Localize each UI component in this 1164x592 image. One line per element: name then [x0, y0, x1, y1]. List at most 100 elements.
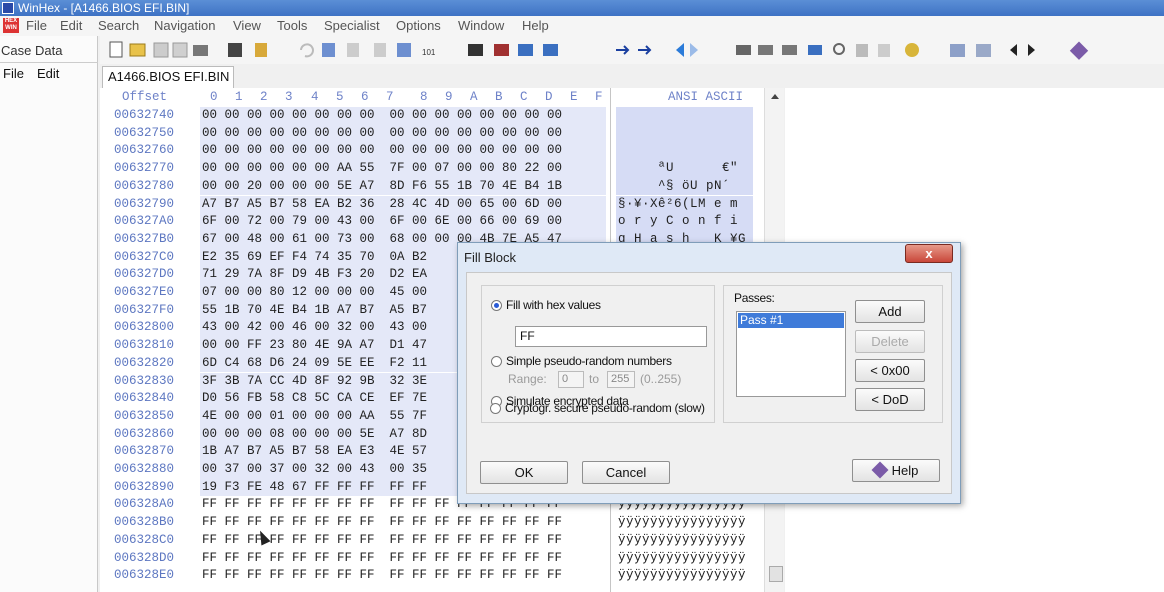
disk-clone-icon[interactable] [782, 45, 797, 55]
row-hex-bytes[interactable]: FF FF FF FF FF FF FF FF FF FF FF FF FF F… [202, 567, 562, 585]
menu-specialist[interactable]: Specialist [324, 16, 380, 36]
hex-convert-icon[interactable]: 101 [422, 48, 436, 57]
row-hex-bytes[interactable]: 43 00 42 00 46 00 32 00 43 00 [202, 319, 427, 337]
hex-row[interactable]: 006328C0 FF FF FF FF FF FF FF FF FF FF FF… [100, 532, 764, 550]
save-as-icon[interactable] [172, 42, 188, 58]
goto-mark-icon[interactable] [638, 45, 652, 55]
paste-special-icon[interactable] [374, 43, 386, 57]
ok-button[interactable]: OK [480, 461, 568, 484]
hex-row[interactable]: 00632750 00 00 00 00 00 00 00 00 00 00 00… [100, 124, 764, 143]
row-hex-bytes[interactable]: 00 00 20 00 00 00 5E A7 8D F6 55 1B 70 4… [202, 178, 562, 196]
row-hex-bytes[interactable]: 4E 00 00 01 00 00 00 AA 55 7F [202, 408, 427, 426]
hex-row[interactable]: 00632770 00 00 00 00 00 00 AA 55 7F 00 07… [100, 160, 764, 178]
fill-hex-radio[interactable] [491, 300, 502, 311]
menu-help[interactable]: Help [522, 16, 549, 36]
case-menu-edit[interactable]: Edit [37, 66, 59, 81]
find-hex-icon[interactable] [494, 44, 509, 56]
copy-icon[interactable] [322, 43, 335, 57]
hex-row[interactable]: 00632780 00 00 20 00 00 00 5E A7 8D F6 55… [100, 177, 764, 196]
delete-button[interactable]: Delete [855, 330, 925, 353]
replace-icon[interactable] [518, 44, 533, 56]
fill-zero-button[interactable]: < 0x00 [855, 359, 925, 382]
properties-icon[interactable] [228, 43, 242, 57]
disk-icon[interactable] [736, 45, 751, 55]
back-icon[interactable] [676, 43, 684, 57]
row-hex-bytes[interactable]: FF FF FF FF FF FF FF FF FF FF FF FF FF F… [202, 550, 562, 568]
range-from-input[interactable]: 0 [558, 371, 584, 388]
case-menu-file[interactable]: File [3, 66, 24, 81]
row-hex-bytes[interactable]: FF FF FF FF FF FF FF FF FF FF FF FF FF F… [202, 514, 562, 532]
row-hex-bytes[interactable]: 00 00 00 00 00 00 00 00 00 00 00 00 00 0… [202, 125, 562, 143]
row-hex-bytes[interactable]: A7 B7 A5 B7 58 EA B2 36 28 4C 4D 00 65 0… [202, 196, 562, 214]
crypto-random-radio[interactable] [490, 403, 501, 414]
print-icon[interactable] [193, 45, 208, 56]
menu-edit[interactable]: Edit [60, 16, 82, 36]
open-file-icon[interactable] [129, 43, 146, 57]
paste-icon[interactable] [347, 43, 359, 57]
menu-file[interactable]: File [26, 16, 47, 36]
menu-view[interactable]: View [233, 16, 261, 36]
row-hex-bytes[interactable]: 00 00 00 08 00 00 00 5E A7 8D [202, 426, 427, 444]
calc-icon[interactable] [878, 44, 890, 57]
menu-options[interactable]: Options [396, 16, 441, 36]
undo-icon[interactable] [300, 43, 314, 58]
pseudo-random-radio[interactable] [491, 356, 502, 367]
hex-row[interactable]: 006328B0 FF FF FF FF FF FF FF FF FF FF FF… [100, 514, 764, 532]
hex-row[interactable]: 00632740 00 00 00 00 00 00 00 00 00 00 00… [100, 107, 764, 125]
run-icon[interactable] [255, 43, 267, 57]
ram-icon[interactable] [808, 45, 822, 55]
row-hex-bytes[interactable]: 55 1B 70 4E B4 1B A7 B7 A5 B7 [202, 302, 427, 320]
cancel-button[interactable]: Cancel [582, 461, 670, 484]
hex-row[interactable]: 00632790 A7 B7 A5 B7 58 EA B2 36 28 4C 4D… [100, 195, 764, 214]
scroll-thumb[interactable] [769, 566, 783, 582]
row-hex-bytes[interactable]: D0 56 FB 58 C8 5C CA CE EF 7E [202, 390, 427, 408]
previous-icon[interactable] [1010, 44, 1017, 56]
menu-window[interactable]: Window [458, 16, 504, 36]
search-disk-icon[interactable] [833, 43, 845, 55]
hex-logo-icon[interactable]: HEX WIN [3, 18, 19, 33]
hex-values-input[interactable]: FF [515, 326, 707, 347]
row-hex-bytes[interactable]: 00 00 00 00 00 00 AA 55 7F 00 07 00 00 8… [202, 160, 562, 178]
new-file-icon[interactable] [109, 41, 123, 58]
hex-row[interactable]: 006327A0 6F 00 72 00 79 00 43 00 6F 00 6E… [100, 213, 764, 231]
tab-file[interactable]: A1466.BIOS EFI.BIN [102, 66, 234, 88]
row-hex-bytes[interactable]: 00 00 00 00 00 00 00 00 00 00 00 00 00 0… [202, 107, 562, 125]
compare-icon[interactable] [905, 43, 919, 57]
row-hex-bytes[interactable]: 07 00 00 80 12 00 00 00 45 00 [202, 284, 427, 302]
dod-button[interactable]: < DoD [855, 388, 925, 411]
row-hex-bytes[interactable]: 6D C4 68 D6 24 09 5E EE F2 11 [202, 355, 427, 373]
hex-row[interactable]: 00632760 00 00 00 00 00 00 00 00 00 00 00… [100, 142, 764, 161]
row-hex-bytes[interactable]: 1B A7 B7 A5 B7 58 EA E3 4E 57 [202, 443, 427, 461]
row-hex-bytes[interactable]: 6F 00 72 00 79 00 43 00 6F 00 6E 00 66 0… [202, 213, 562, 231]
list-icon[interactable] [950, 44, 965, 57]
pass-item[interactable]: Pass #1 [738, 313, 844, 328]
close-button[interactable]: x [905, 244, 953, 263]
row-hex-bytes[interactable]: E2 35 69 EF F4 74 35 70 0A B2 [202, 249, 427, 267]
replace-hex-icon[interactable] [543, 44, 558, 56]
help-book-icon[interactable] [1069, 41, 1089, 60]
save-icon[interactable] [153, 42, 169, 58]
menu-navigation[interactable]: Navigation [154, 16, 215, 36]
row-hex-bytes[interactable]: 71 29 7A 8F D9 4B F3 20 D2 EA [202, 266, 427, 284]
row-hex-bytes[interactable]: 3F 3B 7A CC 4D 8F 92 9B 32 3E [202, 373, 427, 391]
copy-block-icon[interactable] [397, 43, 411, 57]
passes-list[interactable]: Pass #1 [736, 311, 846, 397]
goto-offset-icon[interactable] [616, 45, 630, 55]
calc-table-icon[interactable] [976, 44, 991, 57]
add-button[interactable]: Add [855, 300, 925, 323]
row-hex-bytes[interactable]: 19 F3 FE 48 67 FF FF FF FF FF [202, 479, 427, 497]
hex-row[interactable]: 006328D0 FF FF FF FF FF FF FF FF FF FF FF… [100, 550, 764, 568]
next-mark-icon[interactable] [1028, 44, 1035, 56]
forward-icon[interactable] [690, 43, 698, 57]
menu-search[interactable]: Search [98, 16, 139, 36]
range-to-input[interactable]: 255 [607, 371, 635, 388]
row-hex-bytes[interactable]: 00 00 00 00 00 00 00 00 00 00 00 00 00 0… [202, 142, 562, 160]
scroll-up-icon[interactable] [771, 94, 779, 99]
row-hex-bytes[interactable]: 00 00 FF 23 80 4E 9A A7 D1 47 [202, 337, 427, 355]
hex-row[interactable]: 006328E0 FF FF FF FF FF FF FF FF FF FF FF… [100, 567, 764, 585]
hand-icon[interactable] [856, 44, 868, 57]
help-button[interactable]: Help [852, 459, 940, 482]
row-hex-bytes[interactable]: 00 37 00 37 00 32 00 43 00 35 [202, 461, 427, 479]
menu-tools[interactable]: Tools [277, 16, 307, 36]
find-icon[interactable] [468, 44, 483, 56]
